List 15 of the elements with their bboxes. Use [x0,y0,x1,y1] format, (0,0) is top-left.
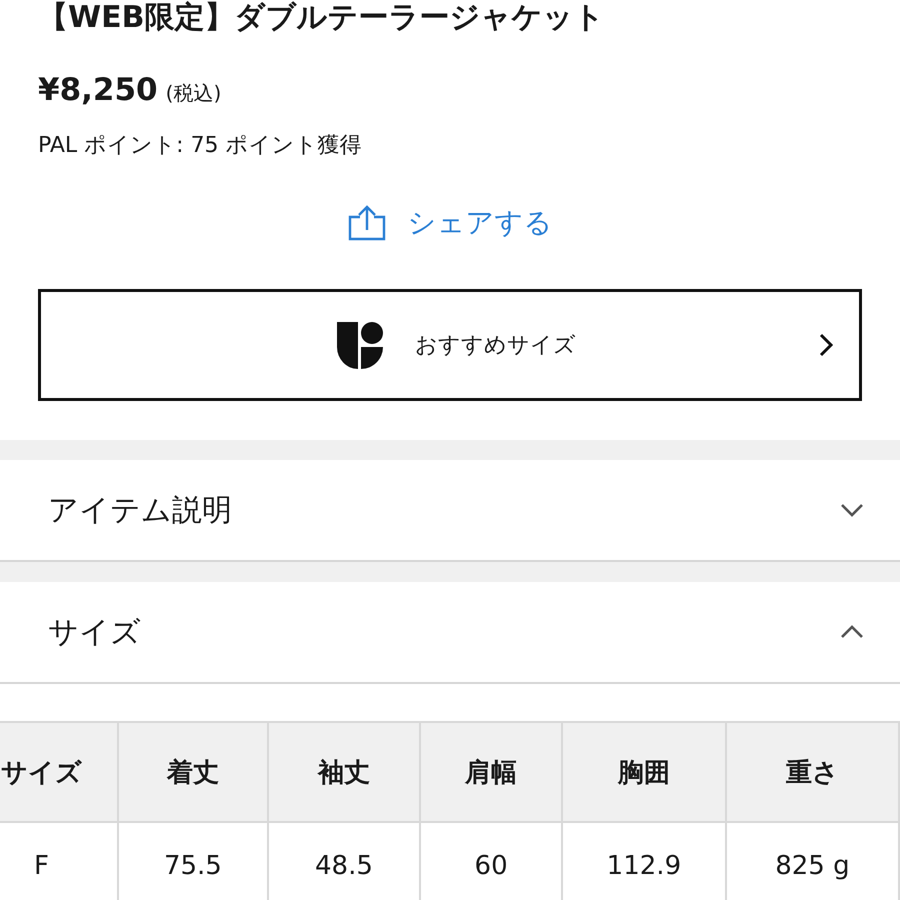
table-header-cell: 袖丈 [268,722,420,822]
product-title: 【WEB限定】ダブルテーラージャケット [38,0,606,36]
table-header-cell: 重さ [726,722,899,822]
table-header-cell: 胸囲 [562,722,726,822]
table-header-cell: 肩幅 [420,722,562,822]
tax-note: (税込) [166,80,222,107]
recommend-size-button[interactable]: おすすめサイズ [38,289,862,401]
points-text: PAL ポイント: 75 ポイント獲得 [38,132,363,160]
logo-icon [337,322,383,368]
table-header-cell: サイズ [0,722,118,822]
table-header-cell: 着丈 [118,722,268,822]
share-button[interactable]: シェアする [348,203,552,243]
chevron-right-icon [819,333,833,357]
share-icon [348,205,386,241]
price: ¥8,250 [38,72,158,108]
